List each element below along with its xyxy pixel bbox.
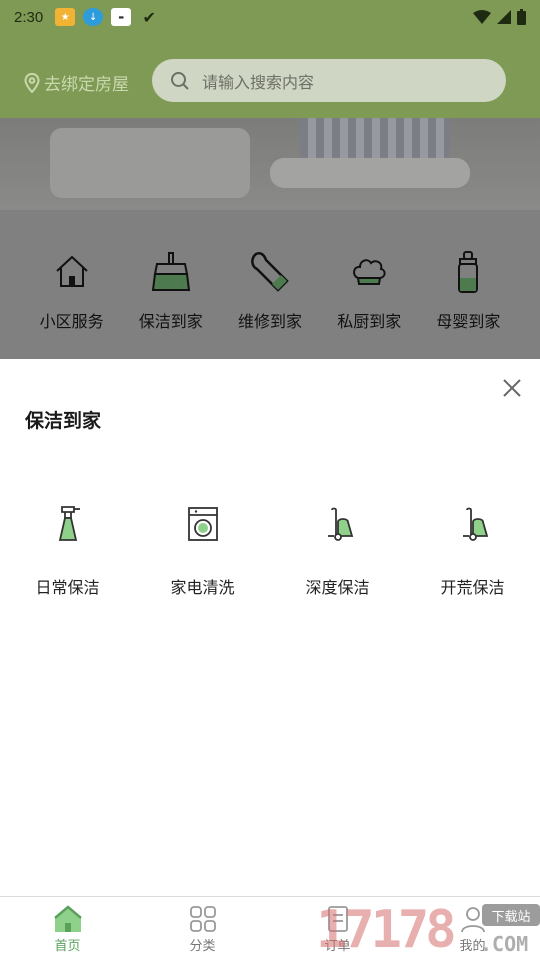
sub-service-deep-cleaning[interactable]: 深度保洁 — [270, 504, 405, 598]
sub-service-label: 深度保洁 — [305, 578, 370, 597]
category-label: 私厨到家 — [337, 312, 402, 331]
sub-service-label: 日常保洁 — [35, 578, 100, 597]
category-strip: 小区服务 保洁到家 维修到家 私厨到家 母婴到家 — [0, 210, 540, 360]
sheet-title: 保洁到家 — [25, 410, 102, 432]
nav-label: 分类 — [189, 939, 216, 954]
sub-service-label: 家电清洗 — [170, 578, 235, 597]
sub-service-pioneer-cleaning[interactable]: 开荒保洁 — [405, 504, 540, 598]
sub-service-daily-cleaning[interactable]: 日常保洁 — [0, 504, 135, 598]
chef-hat-icon — [347, 250, 391, 294]
category-label: 保洁到家 — [138, 312, 203, 331]
category-label: 母婴到家 — [436, 312, 501, 331]
search-icon — [171, 71, 189, 90]
category-item-cleaning[interactable]: 保洁到家 — [121, 250, 220, 360]
broom-icon — [149, 250, 193, 294]
category-item-chef[interactable]: 私厨到家 — [320, 250, 419, 360]
category-label: 维修到家 — [238, 312, 303, 331]
search-placeholder: 请输入搜索内容 — [202, 72, 315, 92]
category-item-maternal[interactable]: 母婴到家 — [419, 250, 518, 360]
promo-banner[interactable] — [0, 118, 540, 210]
home-icon — [53, 905, 82, 932]
wrench-icon — [248, 250, 292, 294]
nav-tab-category[interactable]: 分类 — [135, 897, 270, 960]
nav-label: 我的 — [459, 939, 486, 954]
banner-sofa-shape — [50, 128, 250, 198]
app-notification-icon: ★ — [55, 8, 76, 26]
sub-service-appliance-cleaning[interactable]: 家电清洗 — [135, 504, 270, 598]
nav-tab-orders[interactable]: 订单 — [270, 897, 405, 960]
close-button[interactable] — [500, 376, 524, 400]
nav-label: 订单 — [324, 939, 351, 954]
nav-tab-profile[interactable]: 我的 — [405, 897, 540, 960]
status-indicators — [473, 9, 526, 25]
bottom-nav: 首页 分类 订单 我的 — [0, 896, 540, 960]
location-pin-icon — [24, 72, 40, 93]
spray-bottle-icon — [48, 504, 88, 544]
location-selector[interactable]: 去绑定房屋 — [24, 70, 129, 95]
search-input[interactable]: 请输入搜索内容 — [152, 59, 506, 102]
user-icon — [460, 907, 485, 933]
sub-service-label: 开荒保洁 — [440, 578, 505, 597]
category-item-repair[interactable]: 维修到家 — [220, 250, 319, 360]
house-icon — [50, 250, 94, 294]
check-icon: ✔ — [142, 7, 156, 27]
signal-icon — [497, 10, 511, 24]
vacuum-icon — [318, 504, 358, 544]
baby-bottle-icon — [446, 250, 490, 294]
download-icon: ↓ — [83, 8, 104, 26]
news-app-icon: ▬ — [111, 8, 132, 26]
nav-tab-home[interactable]: 首页 — [0, 897, 135, 960]
category-label: 小区服务 — [39, 312, 104, 331]
vacuum-cleaner-icon — [453, 504, 493, 544]
banner-arm-shape — [270, 158, 470, 188]
status-bar: 2:30 ★ ↓ ▬ ✔ — [0, 0, 540, 34]
nav-label: 首页 — [54, 939, 81, 954]
washing-machine-icon — [183, 504, 223, 544]
order-icon — [327, 906, 348, 932]
service-sheet: 保洁到家 日常保洁 家电清洗 深度保洁 开荒保洁 — [0, 359, 540, 897]
status-time: 2:30 — [14, 8, 44, 26]
category-item-community[interactable]: 小区服务 — [22, 250, 121, 360]
header: 去绑定房屋 请输入搜索内容 — [0, 34, 540, 118]
close-icon — [503, 379, 521, 397]
wifi-icon — [473, 10, 491, 24]
battery-icon — [517, 9, 526, 25]
location-label: 去绑定房屋 — [44, 75, 129, 95]
grid-icon — [189, 906, 216, 932]
sub-service-grid: 日常保洁 家电清洗 深度保洁 开荒保洁 — [0, 504, 540, 598]
